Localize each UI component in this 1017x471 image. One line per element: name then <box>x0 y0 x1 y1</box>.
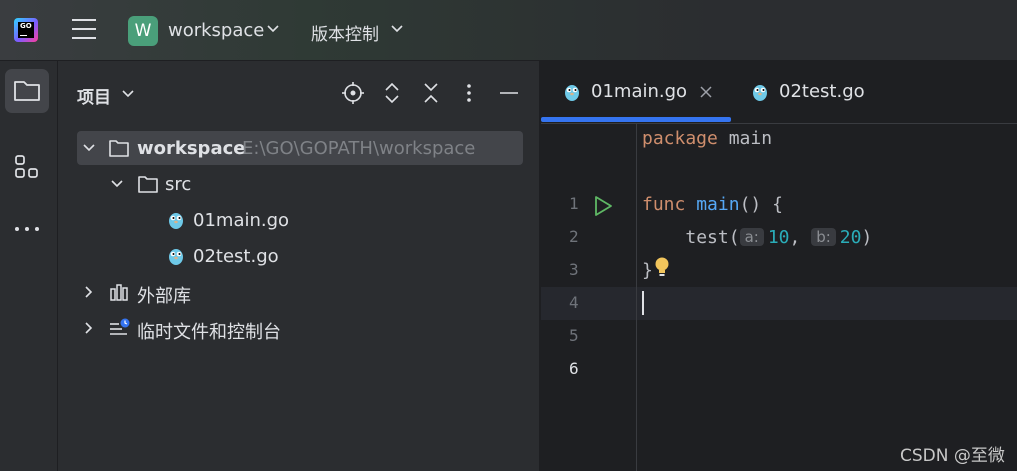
more-tools-button[interactable] <box>5 207 49 251</box>
title-bar: GO W workspace 版本控制 <box>0 0 1017 61</box>
line-number: 1 <box>569 194 579 213</box>
code-line-1[interactable]: package main <box>642 128 772 149</box>
tree-row-src[interactable]: src <box>77 167 523 201</box>
project-tool-button[interactable] <box>5 69 49 113</box>
tree-label-workspace: workspace <box>137 138 246 159</box>
line-number-current: 6 <box>569 359 579 378</box>
code-line-5[interactable]: } <box>642 260 653 281</box>
left-tool-strip <box>0 61 58 471</box>
text-caret <box>642 291 644 315</box>
tree-row-external-libs[interactable]: 外部库 <box>77 275 523 309</box>
locate-icon[interactable] <box>341 81 365 105</box>
run-icon[interactable] <box>593 195 613 217</box>
close-icon[interactable] <box>699 85 713 99</box>
code-line-4[interactable]: test(a: 10, b: 20) <box>642 227 872 248</box>
collapse-all-icon[interactable] <box>419 81 443 105</box>
param-hint-a: a: <box>739 228 764 246</box>
folder-icon <box>14 81 40 101</box>
line-number: 4 <box>569 293 579 312</box>
chevron-down-icon[interactable] <box>266 22 280 36</box>
gopher-file-icon <box>169 213 183 229</box>
chevron-down-icon[interactable] <box>82 141 96 155</box>
line-number: 2 <box>569 227 579 246</box>
tab-label: 01main.go <box>591 81 688 102</box>
chevron-down-icon[interactable] <box>121 87 135 101</box>
library-icon <box>110 284 128 301</box>
tab-02test[interactable]: 02test.go <box>731 61 881 123</box>
structure-tool-button[interactable] <box>5 145 49 189</box>
param-hint-b: b: <box>811 228 836 246</box>
app-logo-icon[interactable]: GO <box>14 18 38 42</box>
options-icon[interactable] <box>457 81 481 105</box>
chevron-down-icon[interactable] <box>110 177 124 191</box>
more-icon <box>15 227 39 231</box>
tree-row-scratches[interactable]: 临时文件和控制台 <box>77 311 523 345</box>
project-panel-title[interactable]: 项目 <box>77 83 111 108</box>
folder-icon <box>109 140 129 157</box>
tree-label-scratches: 临时文件和控制台 <box>137 322 281 343</box>
active-tab-indicator <box>541 117 731 122</box>
scratches-icon <box>110 318 130 335</box>
tree-path-workspace: E:\GO\GOPATH\workspace <box>242 138 476 159</box>
workspace-badge[interactable]: W <box>128 16 158 46</box>
gopher-file-icon <box>169 249 183 265</box>
workspace-name-dropdown[interactable]: workspace <box>168 20 264 41</box>
code-line-3[interactable]: func main() { <box>642 194 783 215</box>
editor-gutter[interactable]: 1 2 3 4 5 6 <box>541 124 637 471</box>
tree-row-file-01main[interactable]: 01main.go <box>77 203 523 237</box>
line-number: 3 <box>569 260 579 279</box>
tree-label-src: src <box>165 174 192 195</box>
editor-tab-bar: 01main.go 02test.go <box>541 61 1017 124</box>
folder-icon <box>138 176 158 193</box>
project-panel: 项目 workspace E:\GO\GOPATH\workspace src … <box>58 61 540 471</box>
hamburger-menu-icon[interactable] <box>72 19 98 41</box>
tree-row-file-02test[interactable]: 02test.go <box>77 239 523 273</box>
gopher-file-icon <box>565 85 579 101</box>
tab-label: 02test.go <box>779 81 865 102</box>
tree-row-workspace[interactable]: workspace E:\GO\GOPATH\workspace <box>77 131 523 165</box>
minimize-icon[interactable] <box>497 81 521 105</box>
watermark: CSDN @至微 <box>900 446 1005 466</box>
tree-label-file-02test: 02test.go <box>193 246 279 267</box>
tree-label-file-01main: 01main.go <box>193 210 290 231</box>
chevron-down-icon[interactable] <box>390 22 404 36</box>
chevron-right-icon[interactable] <box>82 321 96 335</box>
gopher-file-icon <box>753 85 767 101</box>
tree-label-external-libs: 外部库 <box>137 286 191 307</box>
line-number: 5 <box>569 326 579 345</box>
bulb-icon[interactable] <box>654 256 670 278</box>
vcs-dropdown[interactable]: 版本控制 <box>311 20 379 45</box>
structure-icon <box>15 155 38 178</box>
tab-01main[interactable]: 01main.go <box>541 61 731 123</box>
chevron-right-icon[interactable] <box>82 285 96 299</box>
editor-area: 01main.go 02test.go 1 2 3 4 5 6 package … <box>541 61 1017 471</box>
expand-all-icon[interactable] <box>380 81 404 105</box>
